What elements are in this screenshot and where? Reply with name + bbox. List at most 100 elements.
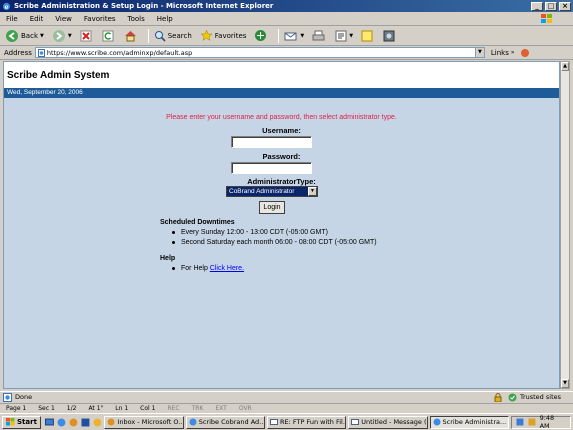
volume-tray-icon[interactable]: [528, 418, 536, 426]
taskbar: Start Inbox - Microsoft O... Scribe Cobr…: [0, 413, 573, 430]
list-item: Every Sunday 12:00 - 13:00 CDT (-05:00 G…: [172, 227, 377, 237]
start-button[interactable]: Start: [2, 415, 41, 429]
messenger-button[interactable]: [381, 28, 399, 44]
scroll-up-icon[interactable]: ▲: [561, 62, 569, 71]
help-text: For Help: [181, 264, 208, 272]
address-dropdown-icon[interactable]: ▼: [474, 48, 484, 57]
quicklaunch-desktop-icon[interactable]: [44, 418, 54, 427]
page-done-icon: [3, 392, 12, 402]
menu-file[interactable]: File: [0, 15, 24, 23]
media-icon: [255, 30, 267, 41]
menu-tools[interactable]: Tools: [122, 15, 151, 23]
forward-arrow-icon: [52, 29, 65, 42]
favorites-star-icon: [200, 29, 213, 42]
edit-page-icon: [335, 30, 347, 41]
outlook-icon: [107, 418, 115, 426]
links-button[interactable]: Links: [491, 49, 509, 57]
menu-help[interactable]: Help: [151, 15, 179, 23]
svg-text:e: e: [4, 3, 8, 10]
search-icon: [154, 30, 166, 42]
downtimes-list: Every Sunday 12:00 - 13:00 CDT (-05:00 G…: [172, 227, 377, 247]
print-button[interactable]: [310, 28, 329, 44]
menu-edit[interactable]: Edit: [24, 15, 50, 23]
password-label: Password:: [262, 152, 301, 161]
admin-type-label: AdministratorType:: [247, 177, 316, 186]
edit-button[interactable]: ▼: [333, 28, 355, 44]
menu-view[interactable]: View: [49, 15, 78, 23]
stop-button[interactable]: [78, 28, 96, 44]
word-rec[interactable]: REC: [167, 405, 179, 412]
password-input[interactable]: [231, 162, 312, 174]
printer-icon: [312, 30, 325, 40]
word-line: Ln 1: [115, 405, 129, 412]
note-icon: [361, 30, 373, 41]
login-prompt: Please enter your username and password,…: [166, 114, 397, 121]
media-button[interactable]: [252, 28, 271, 44]
back-button[interactable]: Back ▼: [3, 28, 46, 44]
quicklaunch-ie-icon[interactable]: [57, 418, 66, 427]
close-button[interactable]: ×: [559, 1, 571, 11]
links-chevron-icon[interactable]: »: [511, 49, 515, 56]
word-ovr[interactable]: OVR: [239, 405, 252, 412]
mail-dropdown-icon[interactable]: ▼: [300, 33, 304, 39]
word-status-bar: Page 1 Sec 1 1/2 At 1" Ln 1 Col 1 REC TR…: [0, 403, 573, 413]
toolbar-extra-icon[interactable]: [520, 48, 530, 58]
word-ext[interactable]: EXT: [215, 405, 226, 412]
task-scribe-cobrand[interactable]: Scribe Cobrand Ad...: [185, 415, 265, 429]
favorites-button[interactable]: Favorites: [198, 28, 249, 44]
quicklaunch-word-icon[interactable]: [81, 418, 90, 427]
address-input[interactable]: https://www.scribe.com/adminxp/default.a…: [34, 47, 485, 58]
page-viewport: Scribe Admin System Wed, September 20, 2…: [3, 61, 560, 389]
task-re-ftp[interactable]: RE: FTP Fun with Fil...: [266, 415, 347, 429]
discuss-button[interactable]: [359, 28, 377, 44]
refresh-icon: [102, 30, 114, 41]
vertical-scrollbar[interactable]: ▲ ▼: [560, 61, 570, 389]
favorites-label: Favorites: [214, 31, 247, 40]
quicklaunch-outlook2-icon[interactable]: [93, 418, 102, 427]
login-button[interactable]: Login: [259, 201, 285, 214]
address-bar: Address https://www.scribe.com/adminxp/d…: [0, 46, 573, 60]
minimize-button[interactable]: _: [531, 1, 543, 11]
windows-flag-icon: [6, 418, 15, 426]
maximize-button[interactable]: □: [545, 1, 557, 11]
clock[interactable]: 9:48 AM: [540, 414, 566, 430]
search-label: Search: [167, 31, 192, 40]
network-tray-icon[interactable]: [516, 418, 524, 426]
task-untitled-message[interactable]: Untitled - Message (...: [348, 415, 428, 429]
task-inbox[interactable]: Inbox - Microsoft O...: [104, 415, 184, 429]
security-zone: Trusted sites: [519, 393, 561, 401]
mail-message-icon: [351, 419, 360, 425]
menu-favorites[interactable]: Favorites: [78, 15, 122, 23]
list-item: For Help Click Here.: [172, 263, 244, 273]
word-trk[interactable]: TRK: [192, 405, 204, 412]
task-scribe-admin[interactable]: Scribe Administra...: [429, 415, 509, 429]
window-title: Scribe Administration & Setup Login - Mi…: [14, 2, 274, 10]
help-link[interactable]: Click Here.: [210, 265, 244, 272]
home-button[interactable]: [122, 28, 141, 44]
edit-dropdown-icon[interactable]: ▼: [349, 33, 353, 39]
select-dropdown-icon[interactable]: ▼: [308, 187, 317, 196]
home-icon: [124, 30, 136, 41]
scroll-down-icon[interactable]: ▼: [561, 379, 569, 388]
forward-dropdown-icon[interactable]: ▼: [68, 33, 72, 39]
back-dropdown-icon[interactable]: ▼: [40, 33, 44, 39]
forward-button[interactable]: ▼: [50, 28, 74, 44]
lock-icon: [494, 392, 502, 402]
system-tray: 9:48 AM: [510, 414, 571, 430]
help-heading: Help: [160, 255, 176, 262]
ie-icon: [189, 418, 197, 426]
downtimes-heading: Scheduled Downtimes: [160, 219, 235, 226]
admin-type-select[interactable]: CoBrand Administrator ▼: [226, 186, 318, 197]
mail-button[interactable]: ▼: [282, 28, 306, 44]
refresh-button[interactable]: [100, 28, 118, 44]
word-at: At 1": [88, 405, 104, 412]
admin-type-value: CoBrand Administrator: [229, 188, 295, 195]
start-label: Start: [17, 418, 37, 426]
mail-message-icon: [269, 419, 278, 425]
status-bar: Done Trusted sites: [0, 391, 573, 402]
username-input[interactable]: [231, 136, 312, 148]
search-button[interactable]: Search: [152, 28, 194, 44]
quicklaunch-outlook-icon[interactable]: [69, 418, 78, 427]
username-label: Username:: [262, 126, 301, 135]
windows-logo-icon: [541, 14, 552, 23]
